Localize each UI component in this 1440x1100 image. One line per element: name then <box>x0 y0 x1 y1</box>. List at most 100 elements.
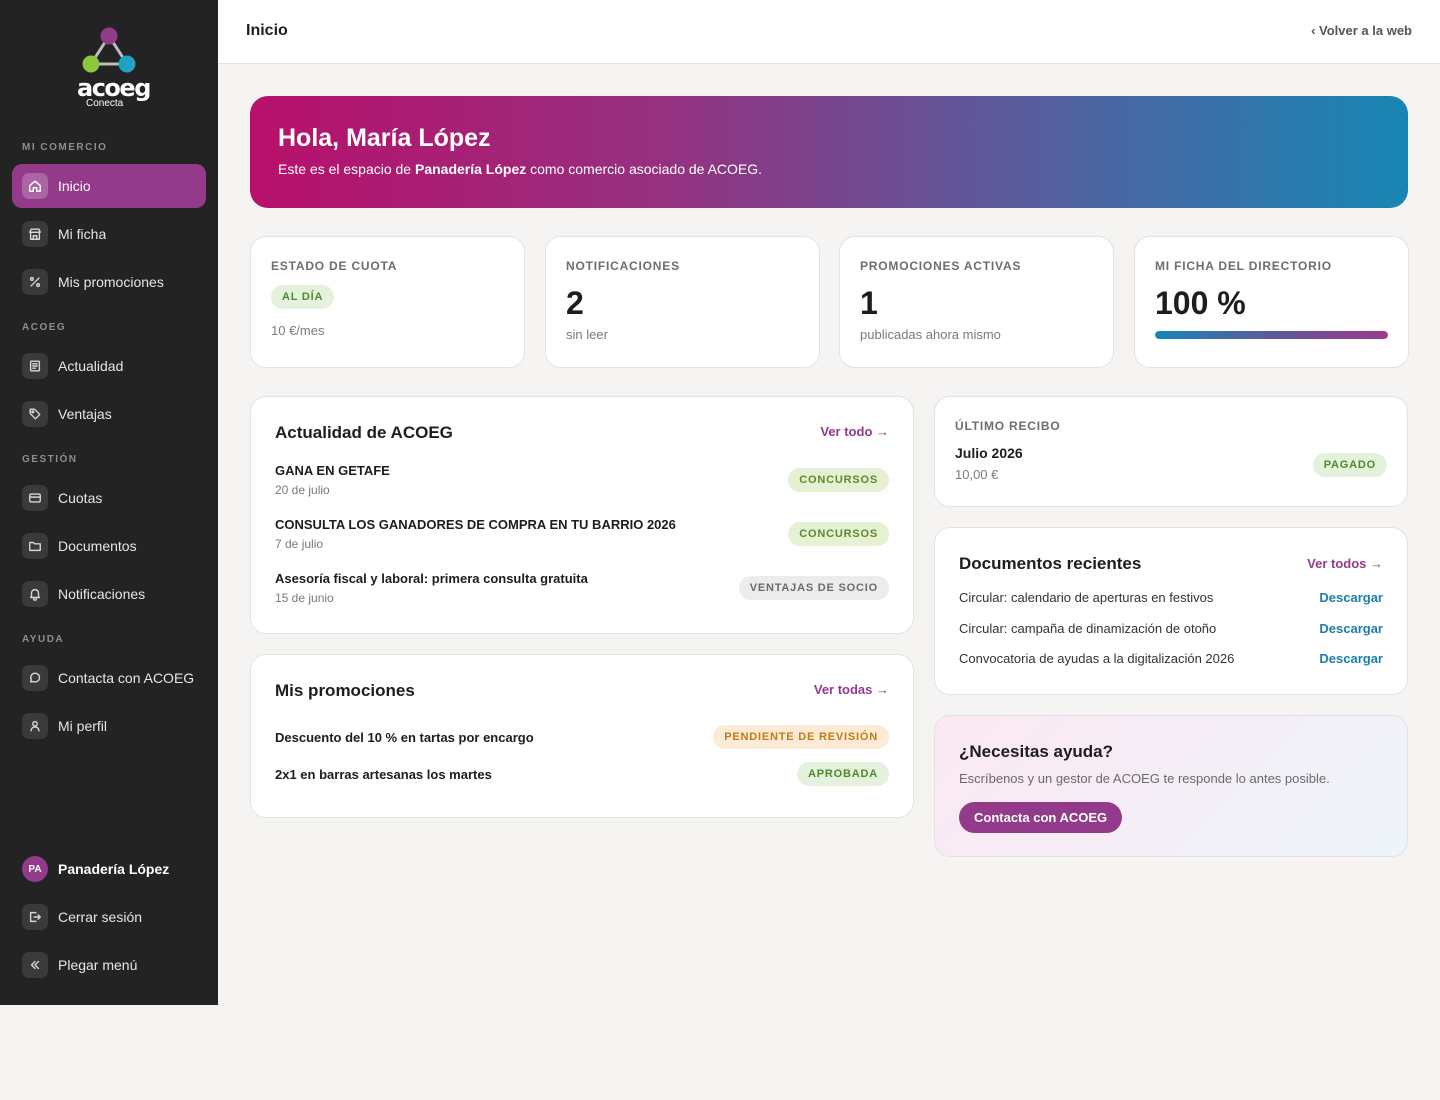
sidebar-item-label: Contacta con ACOEG <box>58 670 195 686</box>
news-title: CONSULTA LOS GANADORES DE COMPRA EN TU B… <box>275 517 676 532</box>
receipt-period: Julio 2026 <box>955 445 1023 461</box>
logout-button[interactable]: Cerrar sesión <box>12 895 206 939</box>
double-chevron-left-icon <box>22 952 48 978</box>
promotion-title: Descuento del 10 % en tartas por encargo <box>275 729 534 745</box>
welcome-text: Este es el espacio de Panadería López co… <box>278 161 763 177</box>
stat-sub: sin leer <box>566 327 608 342</box>
home-icon <box>22 173 48 199</box>
recent-documents-card: Documentos recientes Ver todos → Circula… <box>934 527 1408 695</box>
news-date: 15 de junio <box>275 591 334 605</box>
documents-view-all-link[interactable]: Ver todos → <box>1307 556 1383 571</box>
status-badge: AL DÍA <box>271 285 335 309</box>
stat-value: 1 <box>860 285 878 321</box>
active-promotions-card[interactable]: PROMOCIONES ACTIVAS 1 publicadas ahora m… <box>839 236 1114 368</box>
news-title: GANA EN GETAFE <box>275 463 390 478</box>
progress-fill <box>1155 331 1388 339</box>
download-link[interactable]: Descargar <box>1319 590 1383 605</box>
news-card: Actualidad de ACOEG Ver todo → GANA EN G… <box>250 396 914 634</box>
back-to-web-link[interactable]: ‹ Volver a la web <box>1311 23 1412 38</box>
chat-icon <box>22 665 48 691</box>
list-item: Convocatoria de ayudas a la digitalizaci… <box>959 651 1383 666</box>
sidebar-item-mis-promociones[interactable]: Mis promociones <box>12 260 206 304</box>
list-item: Circular: campaña de dinamización de oto… <box>959 621 1383 636</box>
stat-sub: publicadas ahora mismo <box>860 327 1001 342</box>
sidebar-item-actualidad[interactable]: Actualidad <box>12 344 206 388</box>
collapse-menu-button[interactable]: Plegar menú <box>12 943 206 987</box>
acoeg-logo[interactable]: acoeg Conecta <box>72 26 151 116</box>
stat-value: 100 % <box>1155 285 1246 321</box>
stat-sub: 10 €/mes <box>271 323 325 338</box>
section-label-ayuda: AYUDA <box>22 634 65 645</box>
help-text: Escríbenos y un gestor de ACOEG te respo… <box>959 771 1330 786</box>
page-title: Inicio <box>246 22 288 39</box>
stat-label: ESTADO DE CUOTA <box>271 259 398 273</box>
notifications-card[interactable]: NOTIFICACIONES 2 sin leer <box>545 236 820 368</box>
status-badge: APROBADA <box>797 762 889 786</box>
sidebar-item-ventajas[interactable]: Ventajas <box>12 392 206 436</box>
document-name: Circular: campaña de dinamización de oto… <box>959 621 1217 636</box>
stat-label: NOTIFICACIONES <box>566 259 680 273</box>
sidebar-item-mi-ficha[interactable]: Mi ficha <box>12 212 206 256</box>
sidebar-item-label: Documentos <box>58 538 137 554</box>
section-label-mi-comercio: MI COMERCIO <box>22 142 108 153</box>
user-name: Panadería López <box>58 861 170 877</box>
status-badge: PENDIENTE DE REVISIÓN <box>713 725 889 749</box>
news-date: 7 de julio <box>275 537 324 551</box>
directory-card[interactable]: MI FICHA DEL DIRECTORIO 100 % <box>1134 236 1409 368</box>
user-icon <box>22 713 48 739</box>
news-date: 20 de julio <box>275 483 330 497</box>
tag-icon <box>22 401 48 427</box>
promotion-title: 2x1 en barras artesanas los martes <box>275 766 492 782</box>
download-link[interactable]: Descargar <box>1319 651 1383 666</box>
news-view-all-link[interactable]: Ver todo → <box>820 424 889 439</box>
stat-label: ÚLTIMO RECIBO <box>955 419 1061 433</box>
logout-label: Cerrar sesión <box>58 909 143 925</box>
sidebar-item-notificaciones[interactable]: Notificaciones <box>12 572 206 616</box>
document-name: Circular: calendario de aperturas en fes… <box>959 590 1214 605</box>
collapse-label: Plegar menú <box>58 957 138 973</box>
list-item[interactable]: 2x1 en barras artesanas los martes APROB… <box>275 762 889 786</box>
sidebar-item-documentos[interactable]: Documentos <box>12 524 206 568</box>
avatar: PA <box>22 856 48 882</box>
sidebar-item-contacta[interactable]: Contacta con ACOEG <box>12 656 206 700</box>
fee-status-card: ESTADO DE CUOTA AL DÍA 10 €/mes <box>250 236 525 368</box>
sidebar-item-label: Mis promociones <box>58 274 164 290</box>
sidebar-item-mi-perfil[interactable]: Mi perfil <box>12 704 206 748</box>
promotions-view-all-link[interactable]: Ver todas → <box>814 682 889 697</box>
sidebar-item-label: Actualidad <box>58 358 124 374</box>
list-item[interactable]: CONSULTA LOS GANADORES DE COMPRA EN TU B… <box>275 517 889 551</box>
stat-label: PROMOCIONES ACTIVAS <box>860 259 1022 273</box>
business-name: Panadería López <box>414 161 527 177</box>
card-title: Mis promociones <box>275 681 415 700</box>
sidebar-item-label: Inicio <box>58 178 91 194</box>
download-link[interactable]: Descargar <box>1319 621 1383 636</box>
list-item: Circular: calendario de aperturas en fes… <box>959 590 1383 605</box>
list-item[interactable]: Asesoría fiscal y laboral: primera consu… <box>275 571 889 605</box>
stat-label: MI FICHA DEL DIRECTORIO <box>1155 259 1332 273</box>
store-icon <box>22 221 48 247</box>
list-item[interactable]: GANA EN GETAFE 20 de julio CONCURSOS <box>275 463 889 497</box>
newspaper-icon <box>22 353 48 379</box>
sidebar-item-label: Mi ficha <box>58 226 107 242</box>
receipt-amount: 10,00 € <box>955 467 999 482</box>
category-badge: CONCURSOS <box>788 468 889 492</box>
document-name: Convocatoria de ayudas a la digitalizaci… <box>959 651 1235 666</box>
section-label-gestion: GESTIÓN <box>22 454 78 465</box>
logo-subtitle: Conecta <box>86 98 124 109</box>
category-badge: CONCURSOS <box>788 522 889 546</box>
sidebar-item-label: Notificaciones <box>58 586 146 602</box>
logo-mark-icon <box>82 27 136 73</box>
bell-icon <box>22 581 48 607</box>
status-badge: PAGADO <box>1312 453 1387 477</box>
sidebar-item-cuotas[interactable]: Cuotas <box>12 476 206 520</box>
sidebar-item-inicio[interactable]: Inicio <box>12 164 206 208</box>
logout-icon <box>22 904 48 930</box>
topbar: Inicio ‹ Volver a la web <box>218 0 1440 64</box>
sidebar-item-label: Cuotas <box>58 490 103 506</box>
help-card: ¿Necesitas ayuda? Escríbenos y un gestor… <box>934 715 1408 857</box>
contact-acoeg-button[interactable]: Contacta con ACOEG <box>959 802 1123 833</box>
sidebar-user[interactable]: PA Panadería López <box>12 847 206 891</box>
list-item[interactable]: Descuento del 10 % en tartas por encargo… <box>275 725 889 749</box>
sidebar: acoeg Conecta MI COMERCIO Inicio Mi fich… <box>0 0 218 1005</box>
card-title: Actualidad de ACOEG <box>275 423 453 442</box>
